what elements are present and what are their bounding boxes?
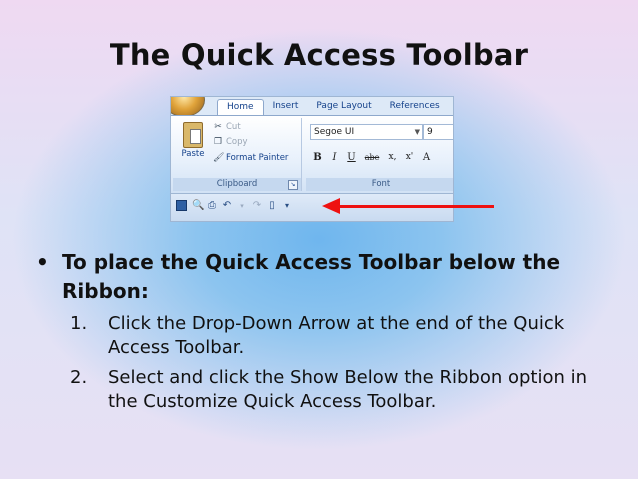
font-group: Segoe UI ▼ 9 B I U abe x, x' A Font [306,118,453,191]
ribbon-tabs: Home Insert Page Layout References [217,99,449,116]
tab-page-layout[interactable]: Page Layout [307,99,380,115]
customize-dropdown-icon[interactable]: ▾ [282,201,292,211]
save-icon[interactable] [176,200,187,211]
tab-insert[interactable]: Insert [264,99,308,115]
superscript-button[interactable]: x' [402,150,417,165]
bullet-item: • To place the Quick Access Toolbar belo… [36,248,606,306]
tab-home[interactable]: Home [217,99,264,116]
cut-label: Cut [226,122,241,132]
step-text: Click the Drop-Down Arrow at the end of … [108,313,565,358]
red-arrow-line [338,205,494,208]
clipboard-group: Paste ✂ Cut ❐ Copy 🖌 Format Painter Clip… [173,118,302,191]
paste-icon [183,122,203,148]
clipboard-dialog-launcher-icon[interactable]: ↘ [288,180,298,190]
paste-label: Paste [181,149,205,159]
undo-icon[interactable]: ↶ [222,200,232,211]
italic-button[interactable]: I [327,150,342,165]
bullet-text: To place the Quick Access Toolbar below … [62,250,561,303]
copy-button[interactable]: ❐ Copy [213,137,248,147]
ribbon-body: Paste ✂ Cut ❐ Copy 🖌 Format Painter Clip… [171,115,453,193]
font-name-select[interactable]: Segoe UI ▼ [310,124,423,140]
font-color-button[interactable]: A [419,150,434,165]
cut-button[interactable]: ✂ Cut [213,122,241,132]
new-document-icon[interactable]: ▯ [267,200,277,211]
steps-list: 1. Click the Drop-Down Arrow at the end … [70,312,606,414]
print-icon[interactable]: ⎙ [207,200,217,211]
step-number: 2. [70,367,88,388]
step-number: 1. [70,313,88,334]
tab-references[interactable]: References [381,99,449,115]
paste-button[interactable]: Paste [179,122,207,159]
print-preview-icon[interactable]: 🔍 [192,200,204,211]
format-painter-button[interactable]: 🖌 Format Painter [213,153,288,163]
paintbrush-icon: 🖌 [213,153,225,163]
subscript-button[interactable]: x, [385,150,400,165]
copy-label: Copy [226,137,248,147]
underline-button[interactable]: U [344,150,359,165]
font-group-label: Font [306,178,453,191]
undo-dropdown-icon[interactable]: ▾ [237,201,247,211]
font-format-row: B I U abe x, x' A [310,150,434,165]
format-painter-label: Format Painter [226,153,289,163]
redo-icon[interactable]: ↷ [252,200,262,211]
scissors-icon: ✂ [214,122,222,132]
step-item: 2. Select and click the Show Below the R… [70,366,606,414]
chevron-down-icon: ▼ [414,128,420,136]
bold-button[interactable]: B [310,150,325,165]
office-button[interactable] [171,97,205,117]
clipboard-group-label: Clipboard [173,178,301,191]
bullet-dot-icon: • [36,250,49,274]
font-size-value: 9 [427,127,433,137]
font-size-select[interactable]: 9 [423,124,453,140]
strikethrough-button[interactable]: abe [361,150,383,165]
slide-title: The Quick Access Toolbar [109,38,529,72]
ribbon-screenshot: Home Insert Page Layout References Paste… [170,96,454,222]
slide-content: • To place the Quick Access Toolbar belo… [36,248,606,420]
font-name-value: Segoe UI [314,127,355,137]
copy-icon: ❐ [213,137,223,147]
step-item: 1. Click the Drop-Down Arrow at the end … [70,312,606,360]
step-text: Select and click the Show Below the Ribb… [108,367,588,412]
